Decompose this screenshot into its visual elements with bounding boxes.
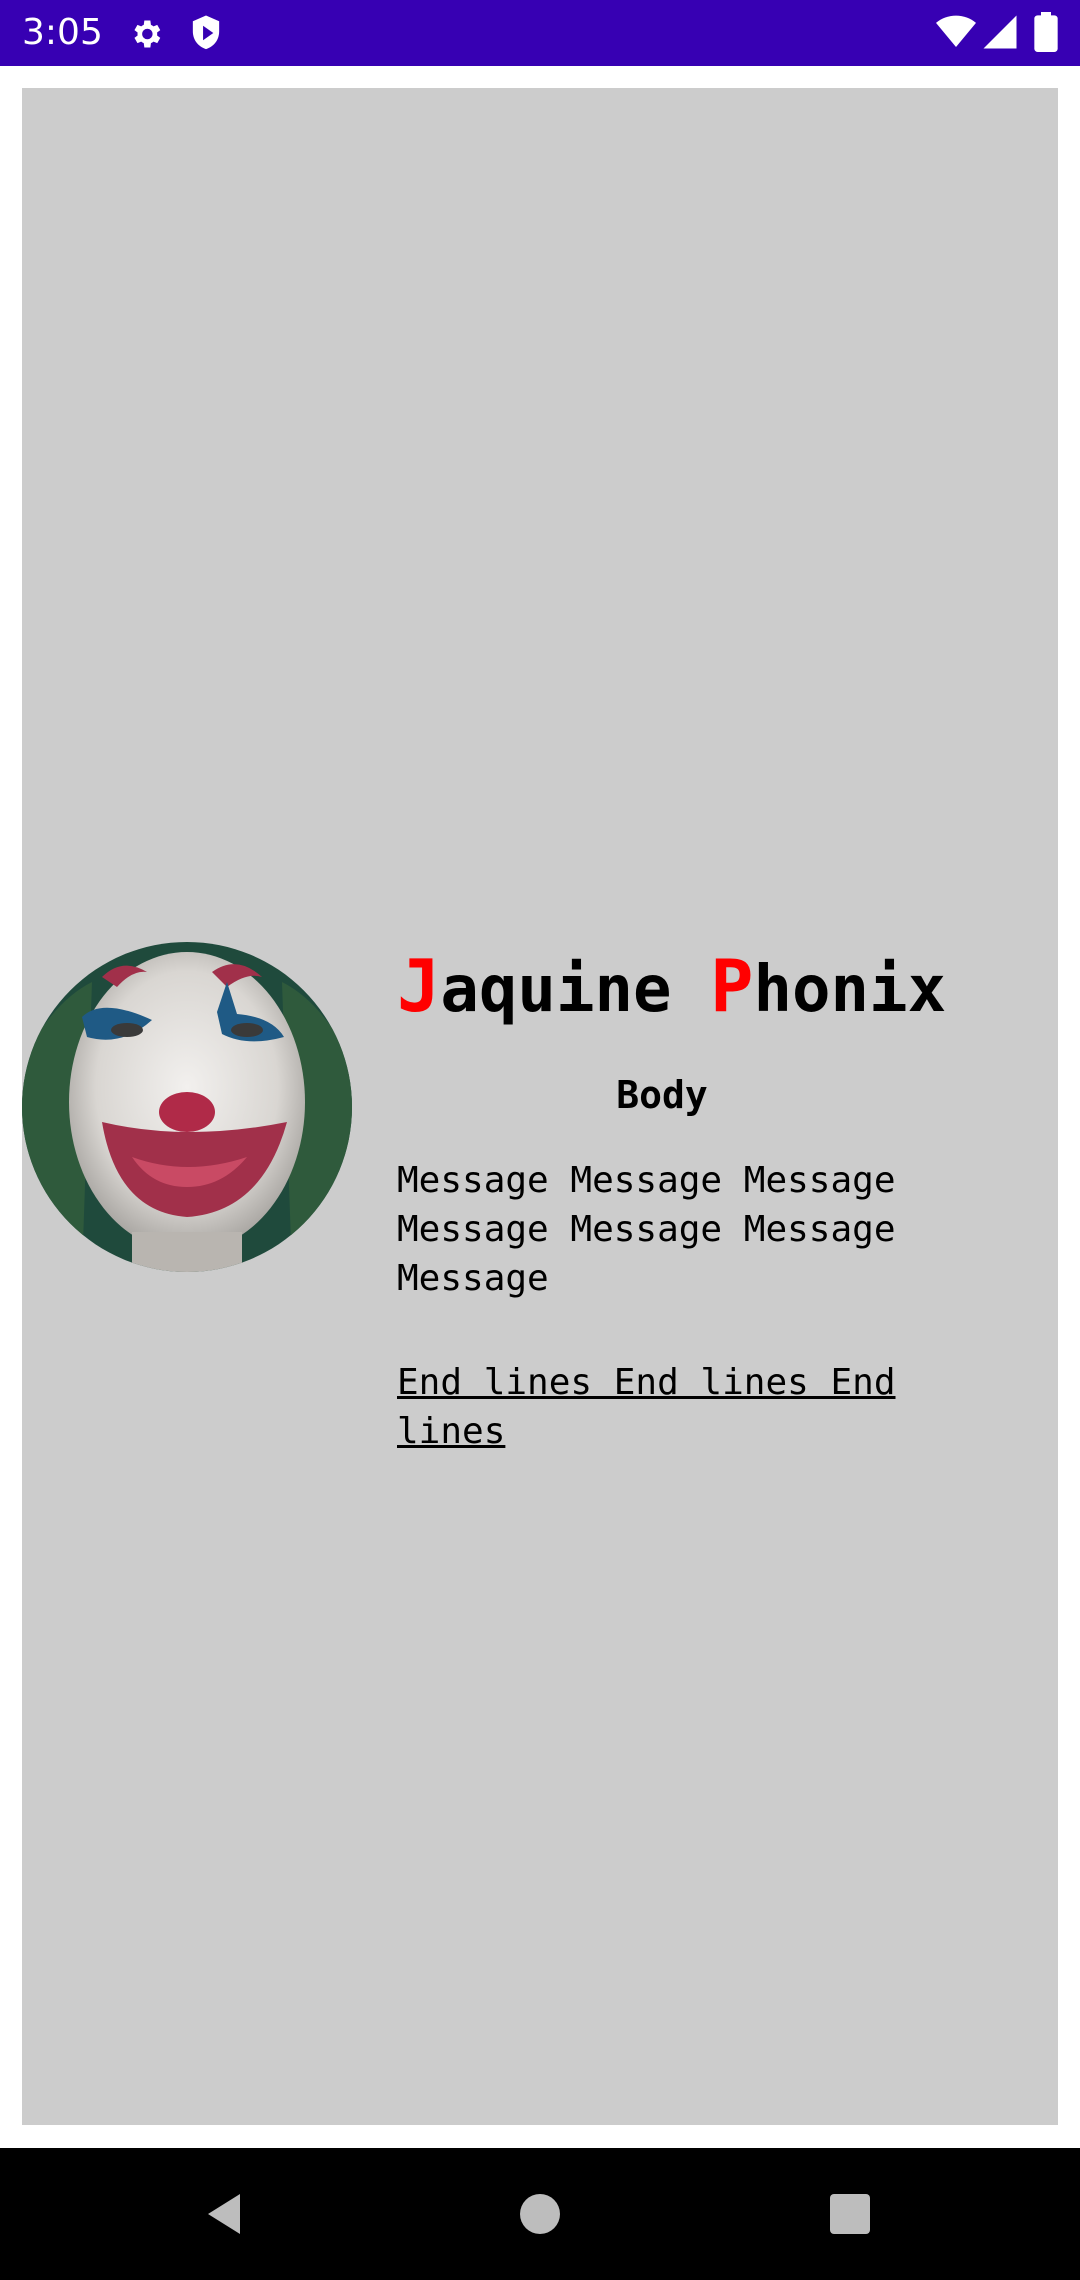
recents-icon[interactable] — [828, 2192, 872, 2240]
name-last-initial: P — [710, 944, 754, 1028]
cellular-icon — [982, 14, 1018, 54]
gear-icon — [128, 16, 164, 56]
name-first-initial: J — [397, 944, 441, 1028]
name-first-rest: aquine — [440, 953, 711, 1027]
wifi-icon — [936, 14, 976, 54]
message-text: Message Message Message Message Message … — [397, 1160, 896, 1299]
status-time: 3:05 — [22, 12, 103, 53]
end-lines-link[interactable]: End lines End lines End lines — [397, 1358, 957, 1456]
navigation-bar — [0, 2148, 1080, 2280]
avatar — [22, 942, 352, 1272]
home-icon[interactable] — [518, 2192, 562, 2240]
back-icon[interactable] — [204, 2192, 244, 2240]
battery-icon — [1034, 12, 1058, 56]
profile-card: Jaquine Phonix Body Message Message Mess… — [22, 88, 1058, 2125]
shield-icon — [188, 14, 224, 56]
name-last-rest: honix — [753, 953, 947, 1027]
status-bar: 3:05 — [0, 0, 1080, 66]
body-title: Body — [616, 1073, 708, 1117]
profile-name: Jaquine Phonix — [397, 948, 946, 1028]
